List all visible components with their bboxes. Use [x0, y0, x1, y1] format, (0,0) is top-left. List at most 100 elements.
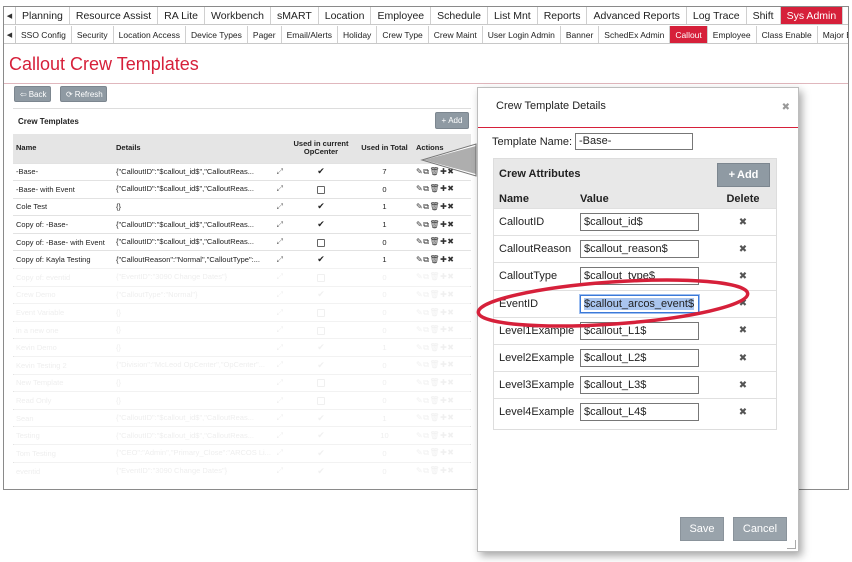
nav-item-location[interactable]: Location [319, 7, 372, 24]
delete-icon[interactable]: ✖ [713, 298, 773, 309]
row-action-icons[interactable]: ✎⧉🗑✚✖ [416, 466, 454, 475]
subnav-item-callout[interactable]: Callout [670, 26, 708, 43]
nav-item-ra-lite[interactable]: RA Lite [158, 7, 206, 24]
table-row[interactable]: Crew Demo ⤢ {"CalloutType":"Normal"} ✔ 0 ✎⧉🗑✚… [13, 285, 471, 304]
table-row[interactable]: Copy of: eventid ⤢ {"EventID":"3090 Change… [13, 268, 471, 287]
delete-icon[interactable]: ✖ [713, 407, 773, 418]
expand-icon[interactable]: ⤢ [277, 202, 283, 212]
subnav-item-pager[interactable]: Pager [248, 26, 282, 43]
nav-left-arrow-icon[interactable]: ◀ [4, 7, 16, 24]
cancel-button[interactable]: Cancel [733, 517, 787, 541]
table-row[interactable]: Event Variable ⤢ {} 0 ✎⧉🗑✚✖ [13, 303, 471, 322]
delete-icon[interactable]: ✖ [713, 244, 773, 255]
col-header-details[interactable]: Details [113, 134, 286, 163]
expand-icon[interactable]: ⤢ [277, 360, 283, 370]
table-row[interactable]: -Base- ⤢ {"CalloutID":"$callout_id$","Call… [13, 162, 471, 181]
table-row[interactable]: Sean ⤢ {"CalloutID":"$callout_id$","Callou… [13, 408, 471, 427]
subnav-item-holiday[interactable]: Holiday [338, 26, 378, 43]
delete-icon[interactable]: ✖ [713, 325, 773, 336]
nav-item-log-trace[interactable]: Log Trace [687, 7, 747, 24]
subnav-left-arrow-icon[interactable]: ◀ [4, 26, 16, 43]
col-header-used-total[interactable]: Used in Total [356, 134, 413, 163]
expand-icon[interactable]: ⤢ [277, 325, 283, 335]
subnav-item-major-events[interactable]: Major Events [818, 26, 848, 43]
expand-icon[interactable]: ⤢ [277, 237, 283, 247]
expand-icon[interactable]: ⤢ [277, 396, 283, 406]
nav-item-list-mnt[interactable]: List Mnt [488, 7, 538, 24]
back-button[interactable]: ⇦ Back [14, 86, 51, 102]
row-action-icons[interactable]: ✎⧉🗑✚✖ [416, 184, 454, 193]
subnav-item-security[interactable]: Security [72, 26, 114, 43]
row-action-icons[interactable]: ✎⧉🗑✚✖ [416, 290, 454, 299]
delete-icon[interactable]: ✖ [713, 271, 773, 282]
delete-icon[interactable]: ✖ [713, 217, 773, 228]
template-name-input[interactable]: -Base- [575, 133, 693, 150]
save-button[interactable]: Save [680, 517, 724, 541]
table-row[interactable]: Read Only ⤢ {} 0 ✎⧉🗑✚✖ [13, 391, 471, 410]
row-action-icons[interactable]: ✎⧉🗑✚✖ [416, 378, 454, 387]
expand-icon[interactable]: ⤢ [277, 290, 283, 300]
nav-item-sys-admin[interactable]: Sys Admin [780, 7, 844, 24]
expand-icon[interactable]: ⤢ [277, 184, 283, 194]
subnav-item-crew-type[interactable]: Crew Type [377, 26, 429, 43]
row-action-icons[interactable]: ✎⧉🗑✚✖ [416, 448, 454, 457]
table-row[interactable]: Tom Testing ⤢ {"CEO":"Admin","Primary_Clos… [13, 444, 471, 463]
row-action-icons[interactable]: ✎⧉🗑✚✖ [416, 220, 454, 229]
subnav-item-location-access[interactable]: Location Access [114, 26, 187, 43]
attribute-value-input[interactable]: $callout_reason$ [580, 240, 699, 259]
add-attribute-button[interactable]: + Add [717, 163, 770, 187]
row-action-icons[interactable]: ✎⧉🗑✚✖ [416, 360, 454, 369]
col-header-used-current[interactable]: Used in current OpCenter [286, 134, 356, 163]
row-action-icons[interactable]: ✎⧉🗑✚✖ [416, 255, 454, 264]
row-action-icons[interactable]: ✎⧉🗑✚✖ [416, 343, 454, 352]
subnav-item-email-alerts[interactable]: Email/Alerts [282, 26, 338, 43]
attribute-value-input[interactable]: $callout_L4$ [580, 403, 699, 422]
table-row[interactable]: Testing ⤢ {"CalloutID":"$callout_id$","Cal… [13, 426, 471, 445]
add-template-button[interactable]: + Add [435, 112, 469, 129]
table-row[interactable]: Copy of: -Base- with Event ⤢ {"CalloutID":… [13, 232, 471, 251]
expand-icon[interactable]: ⤢ [277, 255, 283, 265]
attribute-value-input[interactable]: $callout_L3$ [580, 376, 699, 395]
table-row[interactable]: in a new one ⤢ {} 0 ✎⧉🗑✚✖ [13, 320, 471, 339]
resize-handle-icon[interactable] [787, 540, 796, 549]
table-row[interactable]: -Base- with Event ⤢ {"CalloutID":"$callout… [13, 180, 471, 199]
table-row[interactable]: eventid ⤢ {"EventID":"3090 Change Dates"} ✔… [13, 461, 471, 480]
attribute-value-input[interactable]: $callout_L1$ [580, 321, 699, 340]
nav-item-planning[interactable]: Planning [16, 7, 70, 24]
nav-item-phone-book[interactable]: Phone Book [843, 7, 848, 24]
subnav-item-employee[interactable]: Employee [708, 26, 757, 43]
attribute-value-input[interactable]: $callout_type$ [580, 267, 699, 286]
subnav-item-user-login-admin[interactable]: User Login Admin [483, 26, 561, 43]
row-action-icons[interactable]: ✎⧉🗑✚✖ [416, 308, 454, 317]
refresh-button[interactable]: ⟳ Refresh [60, 86, 107, 102]
row-action-icons[interactable]: ✎⧉🗑✚✖ [416, 413, 454, 422]
nav-item-workbench[interactable]: Workbench [205, 7, 271, 24]
expand-icon[interactable]: ⤢ [277, 343, 283, 353]
expand-icon[interactable]: ⤢ [277, 431, 283, 441]
expand-icon[interactable]: ⤢ [277, 220, 283, 230]
expand-icon[interactable]: ⤢ [277, 413, 283, 423]
subnav-item-class-enable[interactable]: Class Enable [757, 26, 818, 43]
attribute-value-input[interactable]: $callout_arcos_event$ [580, 294, 699, 313]
row-action-icons[interactable]: ✎⧉🗑✚✖ [416, 325, 454, 334]
nav-item-reports[interactable]: Reports [538, 7, 588, 24]
nav-item-schedule[interactable]: Schedule [431, 7, 488, 24]
subnav-item-banner[interactable]: Banner [561, 26, 600, 43]
table-row[interactable]: Copy of: -Base- ⤢ {"CalloutID":"$callout_i… [13, 215, 471, 234]
table-row[interactable]: Cole Test ⤢ {} ✔ 1 ✎⧉🗑✚✖ [13, 197, 471, 216]
nav-item-advanced-reports[interactable]: Advanced Reports [587, 7, 687, 24]
table-row[interactable]: Kevin Testing 2 ⤢ {"Division":"McLeod OpCe… [13, 356, 471, 375]
attribute-value-input[interactable]: $callout_L2$ [580, 349, 699, 368]
expand-icon[interactable]: ⤢ [277, 466, 283, 476]
attribute-value-input[interactable]: $callout_id$ [580, 213, 699, 232]
table-row[interactable]: Kevin Demo ⤢ {} ✔ 1 ✎⧉🗑✚✖ [13, 338, 471, 357]
close-icon[interactable]: ✖ [782, 102, 790, 113]
expand-icon[interactable]: ⤢ [277, 378, 283, 388]
col-header-name[interactable]: Name [13, 134, 113, 163]
row-action-icons[interactable]: ✎⧉🗑✚✖ [416, 272, 454, 281]
row-action-icons[interactable]: ✎⧉🗑✚✖ [416, 202, 454, 211]
row-action-icons[interactable]: ✎⧉🗑✚✖ [416, 431, 454, 440]
subnav-item-schedex-admin[interactable]: SchedEx Admin [599, 26, 671, 43]
subnav-item-crew-maint[interactable]: Crew Maint [429, 26, 483, 43]
table-row[interactable]: New Template ⤢ {} 0 ✎⧉🗑✚✖ [13, 373, 471, 392]
